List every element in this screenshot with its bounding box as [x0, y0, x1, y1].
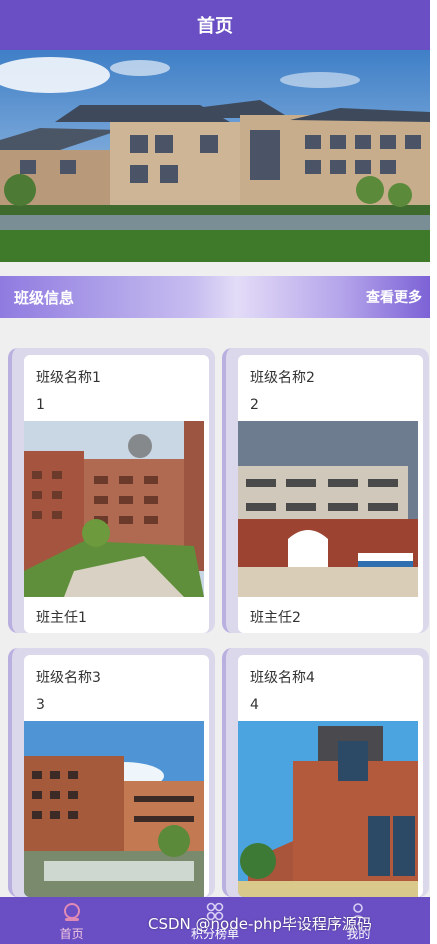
tab-label: 首页 — [59, 927, 84, 941]
class-card[interactable]: 班级名称2 2 班主任2 — [222, 348, 429, 633]
class-number: 1 — [36, 397, 45, 413]
class-info-section-header: 班级信息 查看更多 — [0, 276, 430, 318]
class-number: 2 — [250, 397, 259, 413]
class-photo — [24, 721, 204, 897]
class-card[interactable]: 班级名称3 3 — [8, 648, 215, 897]
class-photo — [238, 421, 418, 597]
class-card[interactable]: 班级名称4 4 — [222, 648, 429, 897]
page-header: 首页 — [0, 0, 430, 50]
class-card[interactable]: 班级名称1 1 班主任1 — [8, 348, 215, 633]
app-screen: 首页 班级信息 查看更多 班级名称1 1 班主任1 班级名称2 2 班主任2 班… — [0, 0, 430, 944]
banner-carousel[interactable] — [0, 50, 430, 262]
home-icon — [63, 903, 80, 921]
class-name: 班级名称3 — [36, 670, 101, 686]
class-teacher: 班主任2 — [250, 610, 301, 626]
class-name: 班级名称1 — [36, 370, 101, 386]
class-number: 3 — [36, 697, 45, 713]
class-photo — [238, 721, 418, 897]
banner-image — [0, 50, 430, 262]
class-name: 班级名称4 — [250, 670, 315, 686]
page-title: 首页 — [197, 16, 233, 37]
class-photo — [24, 421, 204, 597]
watermark-text: CSDN @node-php毕设程序源码 — [148, 915, 372, 933]
tab-home[interactable]: 首页 — [0, 897, 143, 944]
view-more-link[interactable]: 查看更多 — [366, 287, 422, 307]
screen-edge — [430, 0, 437, 944]
class-card-grid: 班级名称1 1 班主任1 班级名称2 2 班主任2 班级名称3 3 班级名称4 … — [0, 330, 430, 900]
class-number: 4 — [250, 697, 259, 713]
class-name: 班级名称2 — [250, 370, 315, 386]
section-title: 班级信息 — [14, 288, 75, 307]
class-teacher: 班主任1 — [36, 610, 87, 626]
